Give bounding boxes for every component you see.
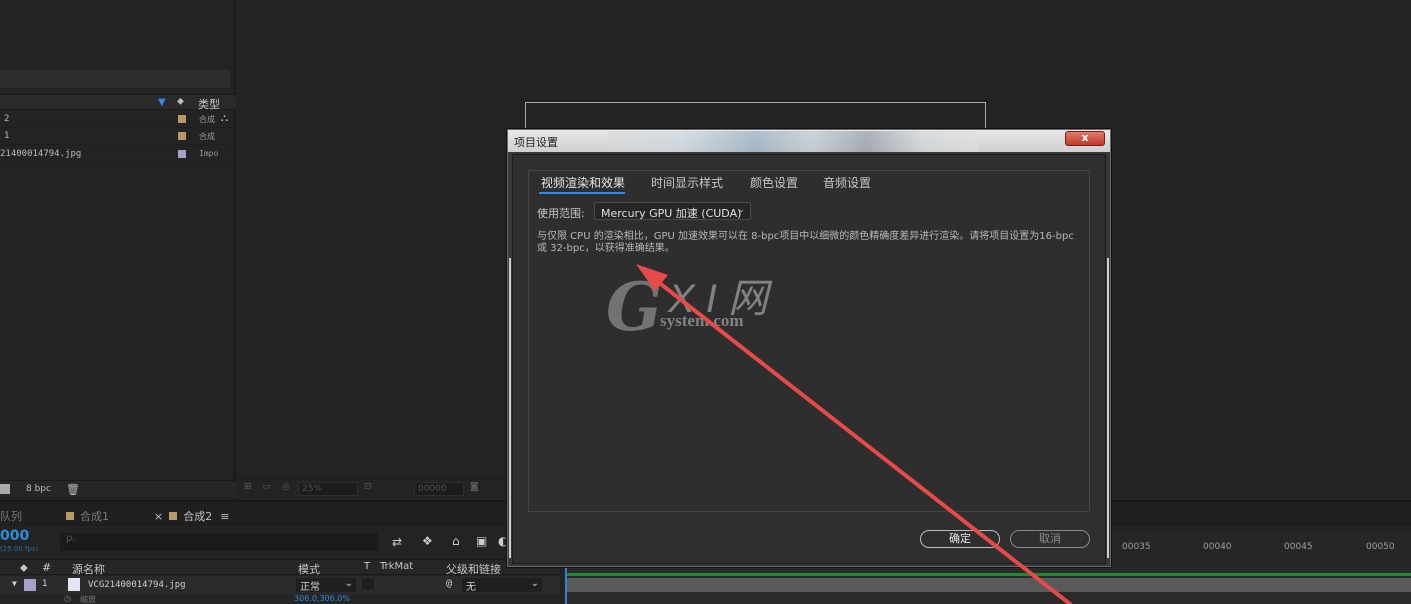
mask-icon[interactable]: ◎ (282, 482, 290, 492)
scope-label: 使用范围: (537, 207, 585, 220)
chevron-down-icon: ⌄ (737, 205, 745, 215)
project-search-bar[interactable] (0, 70, 230, 88)
fps-label: (25.00 fps) (0, 545, 39, 553)
ruler-tick: 00045 (1284, 542, 1313, 552)
blend-mode-select[interactable]: 正常 ⌄ (296, 578, 356, 593)
tab-comp2[interactable]: × 合成2 ≡ (154, 508, 229, 524)
column-mode: 模式 (298, 563, 320, 576)
tab-comp1[interactable]: 合成1 (66, 508, 109, 524)
composition-frame (525, 102, 986, 132)
blend-mode-value: 正常 (300, 582, 320, 593)
layer-duration-bar[interactable] (566, 578, 1411, 592)
tab-comp2-label: 合成2 (183, 510, 213, 523)
monitor-icon[interactable]: ▭ (262, 482, 271, 492)
dialog-edge-left (509, 258, 511, 558)
dialog-title: 项目设置 (514, 136, 558, 149)
label-swatch (178, 115, 186, 123)
renderer-select[interactable]: Mercury GPU 加速 (CUDA) ⌄ (594, 202, 751, 220)
viewer-toolbar: ⊞ ▭ ◎ 25% ⊡ 00000 ◙ (238, 478, 508, 498)
renderer-description: 与仅限 CPU 的渲染相比，GPU 加速效果可以在 8-bpc项目中以细微的颜色… (537, 231, 1074, 254)
layer-name[interactable]: VCG21400014794.jpg (88, 580, 186, 590)
watermark-logo: G (606, 268, 663, 346)
project-row[interactable]: 21400014794.jpg Impo (0, 146, 236, 163)
project-item-name: 1 (4, 131, 10, 141)
sort-down-icon[interactable]: ▼ (158, 97, 166, 108)
label-tag-icon[interactable]: ⬥ (177, 96, 184, 107)
parent-value: 无 (466, 582, 476, 593)
flowchart-icon[interactable]: ⇄ (392, 535, 402, 549)
frame-blend-icon[interactable]: ▣ (476, 534, 487, 548)
layer-index: 1 (42, 579, 48, 589)
column-parent: 父级和链接 (446, 563, 501, 576)
render-icon[interactable] (0, 484, 10, 494)
active-tab-indicator (539, 192, 625, 194)
work-area-bar[interactable] (566, 573, 1411, 576)
project-row[interactable]: 1 合成 (0, 128, 236, 145)
shy-layers-icon[interactable]: ⌂ (452, 534, 460, 548)
tab-video-rendering[interactable]: 视频渲染和效果 (541, 174, 625, 191)
stopwatch-icon[interactable]: ◷ (64, 594, 71, 603)
label-swatch[interactable] (24, 579, 36, 591)
project-item-type: Impo (199, 149, 219, 158)
column-t: T (364, 561, 371, 572)
tab-time-display[interactable]: 时间显示样式 (651, 174, 723, 191)
titlebar-background-image (608, 131, 978, 152)
tab-color-settings[interactable]: 颜色设置 (750, 174, 798, 191)
project-column-header: ▼ ⬥ 类型 (0, 94, 236, 112)
label-tag-icon[interactable]: ⬥ (20, 561, 28, 575)
type-column-header[interactable]: 类型 (198, 96, 220, 112)
timecode-field[interactable]: 00000 (414, 482, 464, 496)
project-item-type: 合成 (199, 132, 215, 141)
cancel-button[interactable]: 取消 (1010, 530, 1090, 548)
label-swatch (178, 132, 186, 140)
crop-icon[interactable]: ⊡ (364, 482, 372, 492)
project-item-type: 合成 (199, 115, 215, 124)
trash-icon[interactable]: 🗑 (66, 483, 80, 496)
bpc-toggle[interactable]: 8 bpc (26, 484, 51, 494)
tab-queue[interactable]: 队列 (0, 508, 22, 524)
dialog-edge-right (1107, 258, 1109, 558)
column-trkmat: TrkMat (380, 561, 414, 572)
timeline-search-input[interactable]: ρ. (60, 533, 378, 551)
project-row[interactable]: 2 合成 ⛬ (0, 111, 236, 128)
expand-triangle-icon[interactable]: ▼ (12, 579, 17, 588)
parent-select[interactable]: 无 ⌄ (462, 578, 542, 593)
renderer-value: Mercury GPU 加速 (CUDA) (601, 207, 742, 220)
camera-icon[interactable]: ◙ (470, 482, 479, 492)
snapshot-icon[interactable]: ⊞ (244, 482, 252, 492)
ruler-tick: 00035 (1122, 542, 1151, 552)
project-item-name: 2 (4, 114, 10, 124)
project-item-name: 21400014794.jpg (0, 149, 82, 159)
draft-3d-icon[interactable]: ❖ (422, 534, 433, 548)
ruler-tick: 00040 (1203, 542, 1232, 552)
close-button[interactable]: x (1065, 131, 1105, 146)
layer-column-headers: ⬥ # 源名称 模式 T TrkMat 父级和链接 (0, 559, 560, 577)
property-value[interactable]: 306.0,306.0% (294, 594, 350, 603)
column-source-name[interactable]: 源名称 (72, 561, 105, 577)
label-swatch (178, 150, 186, 158)
tab-audio-settings[interactable]: 音频设置 (823, 174, 871, 191)
layer-row[interactable]: ▼ 1 VCG21400014794.jpg 正常 ⌄ @ 无 ⌄ (0, 576, 560, 594)
zoom-select[interactable]: 25% (298, 482, 358, 496)
ruler-tick: 00050 (1366, 542, 1395, 552)
layer-property-row: ◷ 缩放 306.0,306.0% (0, 594, 560, 604)
watermark-logo: system.com (660, 311, 744, 330)
image-file-icon (68, 578, 80, 591)
flowchart-icon[interactable]: ⛬ (221, 113, 228, 124)
preserve-transparency-checkbox[interactable] (362, 578, 374, 590)
ok-button[interactable]: 确定 (920, 530, 1000, 548)
property-name: 缩放 (80, 595, 96, 604)
playhead[interactable] (565, 568, 567, 604)
project-footer: 8 bpc 🗑 (0, 480, 236, 498)
pickwhip-icon[interactable]: @ (446, 578, 452, 589)
column-number: # (42, 561, 52, 574)
current-time-display[interactable]: 000 (0, 528, 29, 544)
tab-comp1-label: 合成1 (80, 510, 109, 523)
